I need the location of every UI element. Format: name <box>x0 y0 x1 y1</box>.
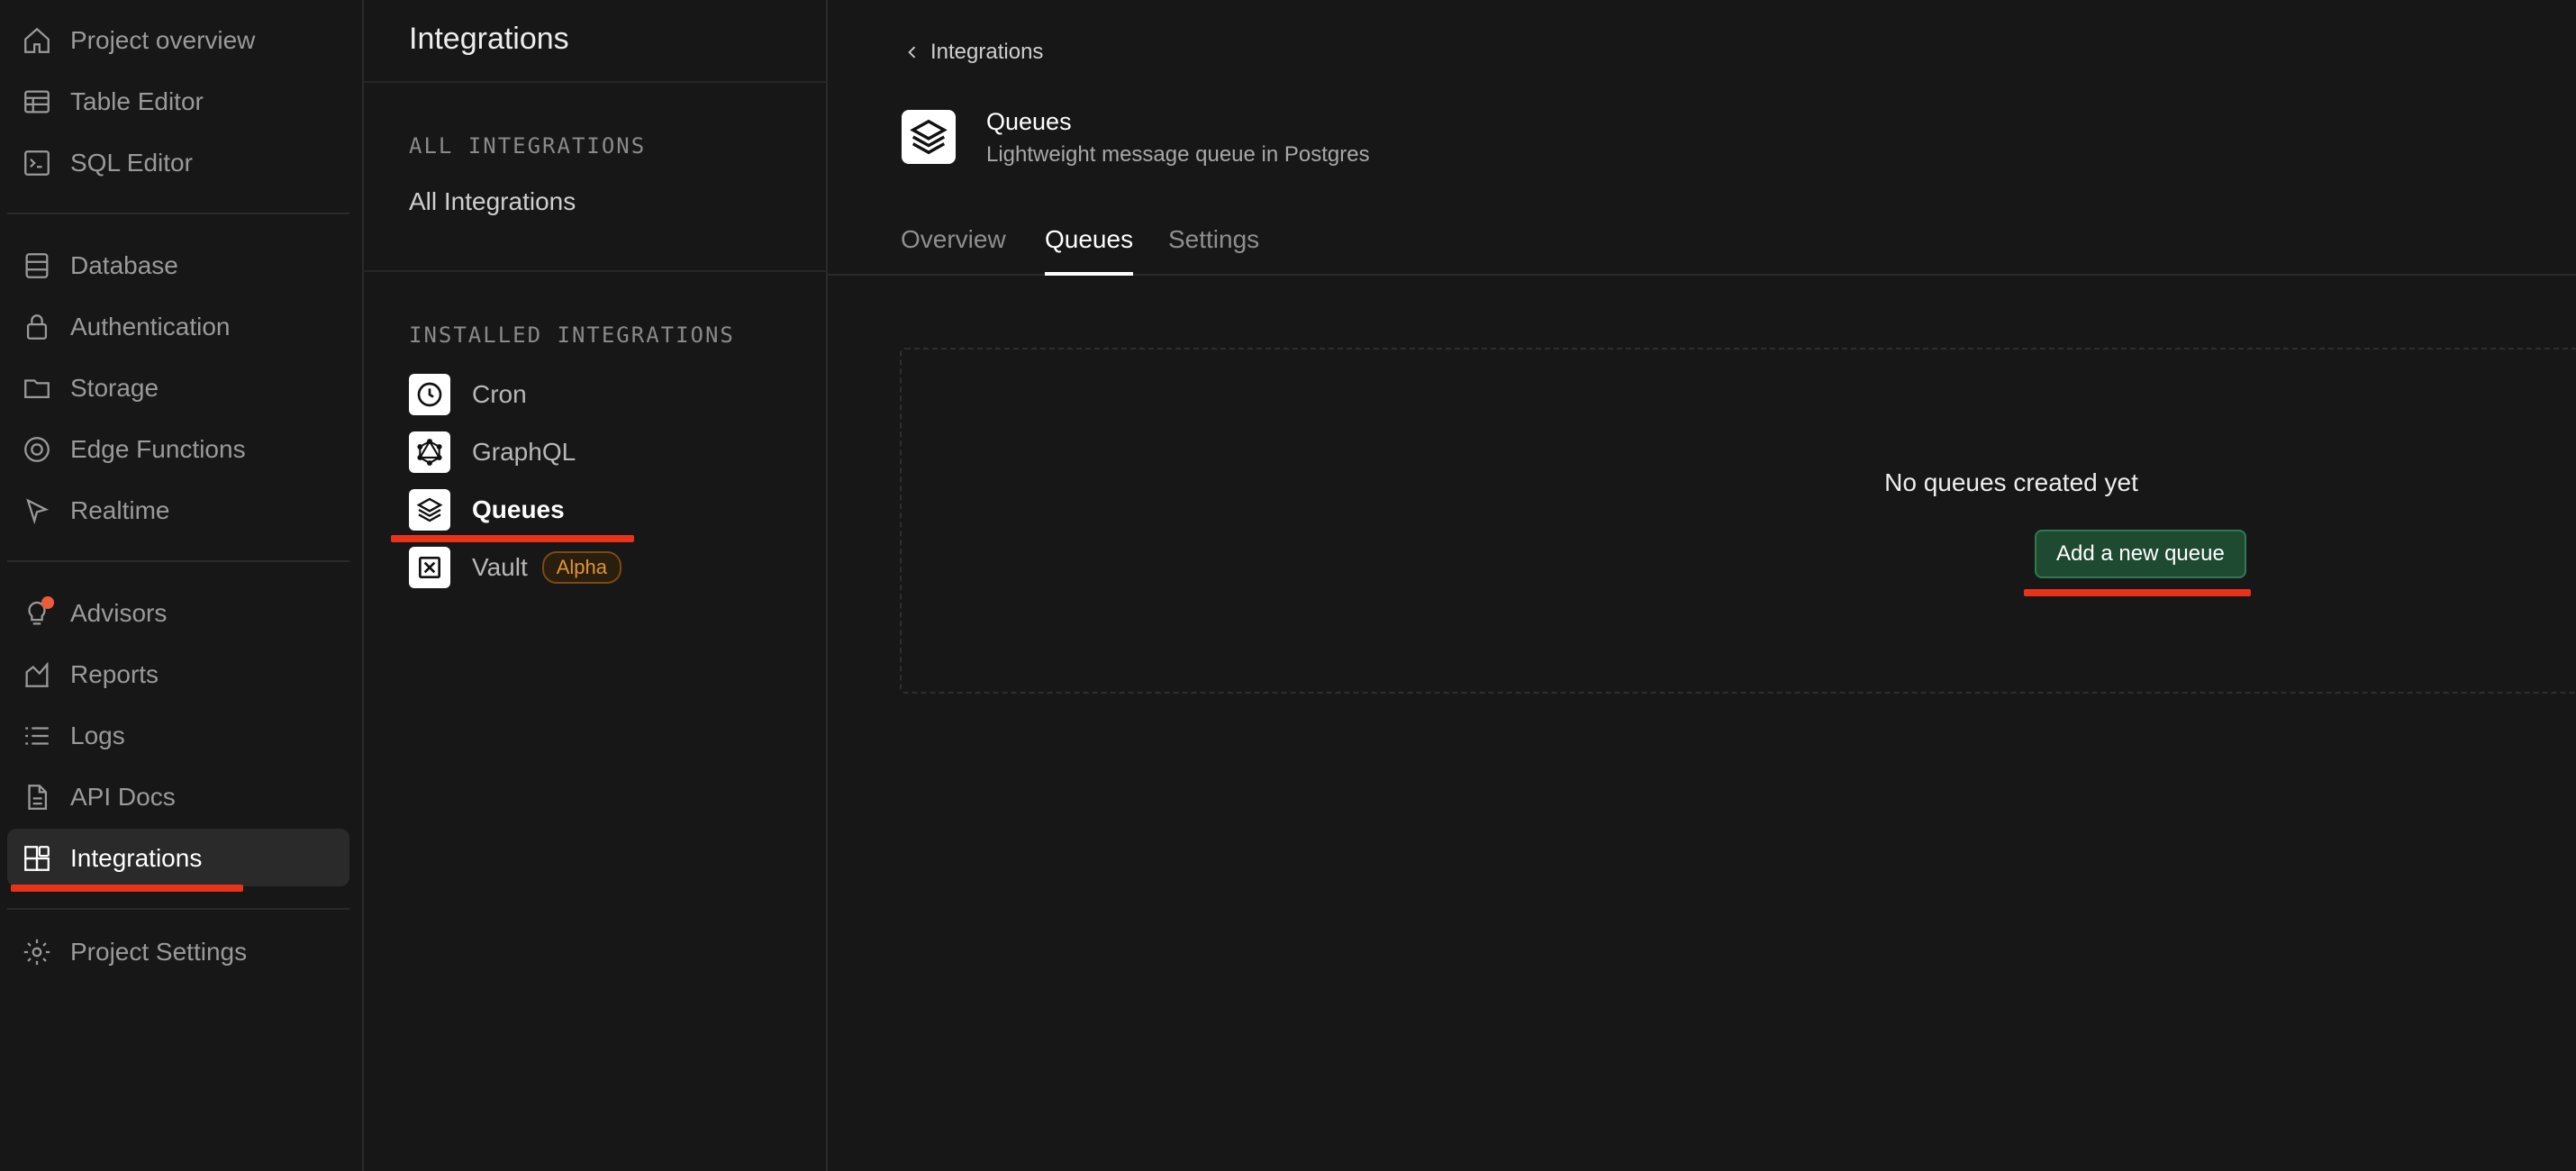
nav-divider <box>7 908 349 910</box>
nav-item-storage[interactable]: Storage <box>7 359 349 416</box>
advisors-notification-dot <box>41 596 54 609</box>
home-icon <box>22 25 52 56</box>
nav-label: Storage <box>70 374 159 402</box>
tab-settings[interactable]: Settings <box>1168 225 1259 276</box>
annotation-underline <box>11 885 243 892</box>
chevron-left-icon <box>908 46 916 59</box>
database-icon <box>22 250 52 281</box>
section-heading-installed: INSTALLED INTEGRATIONS <box>409 322 735 348</box>
nav-item-reports[interactable]: Reports <box>7 645 349 703</box>
nav-item-integrations[interactable]: Integrations <box>7 829 349 886</box>
cursor-icon <box>22 495 52 526</box>
nav-item-authentication[interactable]: Authentication <box>7 297 349 355</box>
nav-label: Logs <box>70 722 125 749</box>
breadcrumb-label: Integrations <box>930 40 1044 64</box>
integration-item-queues[interactable]: Queues <box>409 488 565 531</box>
nav-item-api-docs[interactable]: API Docs <box>7 767 349 825</box>
page-subtitle: Lightweight message queue in Postgres <box>986 142 1370 167</box>
nav-item-project-settings[interactable]: Project Settings <box>7 922 349 980</box>
nav-label: Realtime <box>70 496 170 524</box>
integration-item-graphql[interactable]: GraphQL <box>409 431 576 474</box>
nav-label: Integrations <box>70 844 203 872</box>
annotation-underline <box>391 535 634 542</box>
nav-label: Reports <box>70 660 159 688</box>
lock-icon <box>22 312 52 342</box>
layers-icon <box>409 489 450 531</box>
nav-item-realtime[interactable]: Realtime <box>7 481 349 539</box>
folder-icon <box>22 373 52 404</box>
nav-item-edge-functions[interactable]: Edge Functions <box>7 420 349 477</box>
nav-item-table-editor[interactable]: Table Editor <box>7 72 349 130</box>
list-icon <box>22 721 52 751</box>
globe-icon <box>22 434 52 465</box>
integration-label: Queues <box>472 495 565 523</box>
nav-divider <box>7 560 349 562</box>
tab-overview[interactable]: Overview <box>901 225 1006 276</box>
graphql-icon <box>409 431 450 473</box>
main-content: Integrations Queues Lightweight message … <box>828 0 2576 1171</box>
nav-label: Table Editor <box>70 87 204 115</box>
nav-label: Advisors <box>70 599 168 627</box>
integration-label: GraphQL <box>472 438 576 466</box>
tab-bar: Overview Queues Settings <box>828 223 2576 276</box>
breadcrumb[interactable]: Integrations <box>903 40 1043 65</box>
panel-divider <box>364 270 828 272</box>
integration-label: Cron <box>472 380 527 408</box>
queues-logo-icon <box>902 110 956 164</box>
empty-state-message: No queues created yet <box>1884 468 2138 496</box>
terminal-icon <box>22 148 52 178</box>
empty-state-panel <box>900 348 2576 694</box>
nav-label: Edge Functions <box>70 435 246 463</box>
nav-label: Project Settings <box>70 938 248 966</box>
clock-icon <box>409 374 450 415</box>
nav-item-project-overview[interactable]: Project overview <box>7 11 349 68</box>
integration-label: Vault <box>472 553 528 581</box>
integration-item-vault[interactable]: Vault Alpha <box>409 546 622 589</box>
nav-divider <box>7 213 349 214</box>
nav-label: Authentication <box>70 313 231 340</box>
chart-icon <box>22 659 52 690</box>
nav-label: Project overview <box>70 26 256 54</box>
nav-item-advisors[interactable]: Advisors <box>7 584 349 641</box>
page-title: Queues <box>986 108 1072 135</box>
panel-divider <box>364 81 828 83</box>
nav-label: Database <box>70 251 178 279</box>
nav-label: SQL Editor <box>70 149 193 177</box>
integrations-panel: Integrations ALL INTEGRATIONS All Integr… <box>364 0 828 1171</box>
annotation-underline <box>2024 589 2251 596</box>
panel-title: Integrations <box>409 22 569 56</box>
section-heading-all: ALL INTEGRATIONS <box>409 133 647 159</box>
blocks-icon <box>22 843 52 874</box>
nav-item-sql-editor[interactable]: SQL Editor <box>7 133 349 191</box>
integration-item-cron[interactable]: Cron <box>409 373 527 416</box>
all-integrations-link[interactable]: All Integrations <box>409 187 576 216</box>
nav-label: API Docs <box>70 783 176 811</box>
tab-queues[interactable]: Queues <box>1045 225 1134 276</box>
add-new-queue-button[interactable]: Add a new queue <box>2035 530 2246 578</box>
gear-icon <box>22 937 52 967</box>
vault-icon <box>409 547 450 588</box>
nav-item-database[interactable]: Database <box>7 236 349 294</box>
table-icon <box>22 86 52 117</box>
sidebar-nav: Project overview Table Editor SQL Editor… <box>0 0 364 1171</box>
nav-item-logs[interactable]: Logs <box>7 706 349 764</box>
alpha-badge: Alpha <box>541 551 622 584</box>
document-icon <box>22 782 52 812</box>
